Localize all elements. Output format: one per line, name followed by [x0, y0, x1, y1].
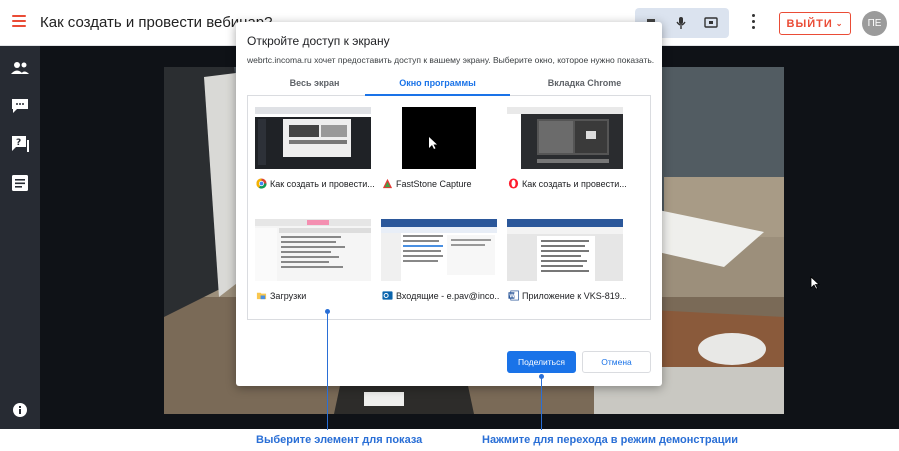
word-icon: W	[508, 290, 519, 301]
window-label: Загрузки	[256, 290, 374, 301]
folder-icon	[256, 292, 267, 300]
share-hint-caption: Нажмите для перехода в режим демонстраци…	[482, 434, 738, 446]
window-title: Приложение к VKS-819...	[522, 290, 626, 301]
callout-line	[541, 377, 542, 430]
window-title: Входящие - e.pav@inco...	[396, 290, 500, 301]
window-title: Как создать и провести...	[522, 178, 626, 189]
questions-icon[interactable]: ?	[10, 134, 30, 154]
faststone-icon	[382, 178, 393, 189]
svg-text:?: ?	[16, 138, 21, 148]
window-title: FastStone Capture	[396, 178, 472, 189]
window-tile[interactable]: W Приложение к VKS-819...	[504, 216, 630, 308]
more-options-icon[interactable]	[751, 14, 757, 32]
window-label: FastStone Capture	[382, 178, 500, 189]
window-tile[interactable]: Как создать и провести...	[504, 104, 630, 196]
menu-icon[interactable]	[12, 15, 26, 29]
cancel-button[interactable]: Отмена	[582, 351, 651, 373]
window-tile[interactable]: Входящие - e.pav@inco...	[378, 216, 504, 308]
screen-share-icon[interactable]	[701, 13, 721, 33]
chevron-down-icon: ⌄	[835, 19, 844, 28]
window-tile[interactable]: FastStone Capture	[378, 104, 504, 196]
dialog-subtitle: webrtc.incoma.ru хочет предоставить дост…	[247, 55, 655, 65]
dialog-title: Откройте доступ к экрану	[247, 34, 390, 48]
info-icon[interactable]	[10, 400, 30, 420]
sidebar: ?	[0, 46, 40, 429]
window-label: Как создать и провести...	[256, 178, 374, 189]
app-window: Как создать и провести вебинар? ВЫЙТИ ⌄ …	[0, 0, 899, 451]
avatar[interactable]: ПЕ	[862, 11, 887, 36]
window-title: Как создать и провести...	[270, 178, 374, 189]
svg-text:W: W	[509, 294, 515, 300]
exit-button[interactable]: ВЫЙТИ ⌄	[779, 12, 851, 35]
outlook-icon	[382, 291, 393, 300]
window-thumbnail	[507, 107, 623, 169]
chrome-icon	[256, 178, 267, 189]
window-thumbnail	[255, 219, 371, 281]
opera-icon	[508, 178, 519, 189]
window-tile[interactable]: Как создать и провести...	[252, 104, 378, 196]
window-label: Входящие - e.pav@inco...	[382, 290, 500, 301]
window-thumbnail	[507, 219, 623, 281]
tab-app-window[interactable]: Окно программы	[365, 74, 510, 96]
microphone-icon[interactable]	[671, 13, 691, 33]
participants-icon[interactable]	[10, 58, 30, 78]
notes-icon[interactable]	[10, 173, 30, 193]
mouse-cursor-icon	[810, 276, 821, 295]
window-thumbnail	[255, 107, 371, 169]
exit-button-label: ВЫЙТИ	[786, 17, 833, 30]
window-title: Загрузки	[270, 290, 307, 301]
window-label: W Приложение к VKS-819...	[508, 290, 626, 301]
tab-chrome-tab[interactable]: Вкладка Chrome	[517, 74, 652, 96]
window-thumbnail	[381, 219, 497, 281]
chat-icon[interactable]	[10, 96, 30, 116]
window-label: Как создать и провести...	[508, 178, 626, 189]
share-button[interactable]: Поделиться	[507, 351, 576, 373]
select-hint-caption: Выберите элемент для показа	[256, 434, 423, 446]
window-list: Как создать и провести... FastStone Capt…	[247, 96, 651, 320]
screen-share-dialog: Откройте доступ к экрану webrtc.incoma.r…	[236, 22, 662, 386]
tab-full-screen[interactable]: Весь экран	[247, 74, 382, 96]
callout-line	[327, 312, 328, 430]
window-thumbnail	[402, 107, 476, 169]
window-tile[interactable]: Загрузки	[252, 216, 378, 308]
dialog-tabs: Весь экран Окно программы Вкладка Chrome	[247, 74, 651, 96]
